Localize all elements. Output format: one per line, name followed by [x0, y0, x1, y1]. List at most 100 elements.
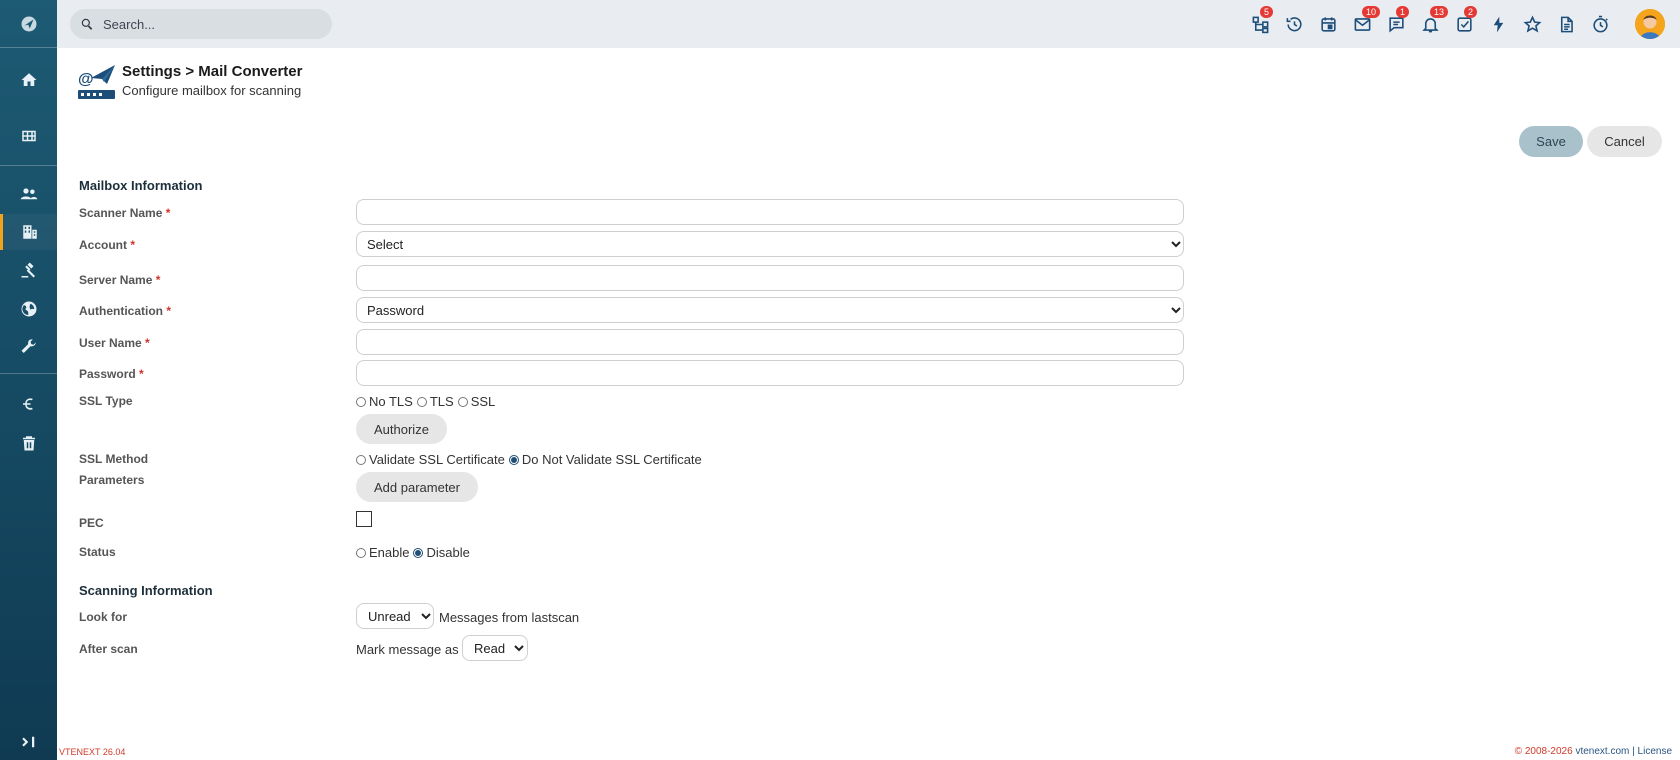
required-mark: *: [130, 238, 136, 252]
search-box[interactable]: [70, 9, 332, 39]
account-label: Account *: [79, 238, 135, 252]
footer-links: © 2008-2026 vtenext.com | License: [1515, 746, 1672, 757]
sidebar-item-web[interactable]: [0, 291, 57, 327]
required-mark: *: [166, 304, 172, 318]
sidebar-item-apps[interactable]: [0, 118, 57, 154]
site-link[interactable]: vtenext.com: [1575, 746, 1629, 757]
lightning-icon: [1493, 16, 1503, 32]
sidebar-expand-button[interactable]: [0, 724, 57, 760]
sidebar-item-contacts[interactable]: [0, 176, 57, 212]
search-input[interactable]: [101, 15, 325, 33]
mail-button[interactable]: 10: [1350, 6, 1381, 36]
timer-icon: [1592, 15, 1608, 32]
authentication-select-value: Password: [367, 302, 425, 318]
look-for-label: Look for: [79, 610, 127, 624]
scanner-name-label: Scanner Name *: [79, 206, 170, 220]
user-name-input[interactable]: [356, 329, 1184, 355]
validate-ssl-label: Validate SSL Certificate: [369, 452, 505, 467]
sidebar-item-organizations[interactable]: [0, 214, 57, 250]
status-enable-radio[interactable]: [356, 547, 366, 558]
status-disable-label: Disable: [426, 545, 470, 560]
vtenext-logo[interactable]: [0, 6, 57, 42]
account-select-value: Select: [367, 236, 404, 252]
topbar: 5 10 1 13 2: [57, 0, 1680, 48]
notification-badge: 5: [1260, 6, 1274, 18]
account-select[interactable]: Select: [356, 231, 1184, 257]
version-label: VTENEXT 26.04: [59, 747, 126, 757]
do-not-validate-ssl-label: Do Not Validate SSL Certificate: [521, 452, 702, 467]
pec-checkbox[interactable]: [356, 511, 372, 527]
timer-button[interactable]: [1588, 12, 1612, 36]
after-scan-label: After scan: [79, 642, 138, 656]
ssl-type-ssl-label: SSL: [470, 394, 496, 409]
hierarchy-button[interactable]: 5: [1248, 6, 1274, 36]
history-button[interactable]: [1282, 12, 1306, 36]
avatar[interactable]: [1635, 9, 1665, 39]
status-enable-label: Enable: [369, 545, 410, 560]
server-name-input[interactable]: [356, 265, 1184, 291]
ssl-type-no-tls-radio[interactable]: [356, 396, 366, 407]
status-label: Status: [79, 545, 116, 559]
notification-badge: 2: [1464, 6, 1478, 18]
quick-actions-button[interactable]: [1486, 12, 1510, 36]
sidebar-divider: [0, 47, 57, 48]
notification-badge: 13: [1430, 6, 1449, 18]
star-icon: [1522, 15, 1542, 32]
account-label-text: Account: [79, 238, 127, 252]
ssl-type-ssl-radio[interactable]: [457, 396, 468, 407]
calendar-icon: [1320, 16, 1336, 32]
after-scan-select-value: Read: [474, 640, 506, 656]
save-button[interactable]: Save: [1519, 126, 1583, 157]
password-input[interactable]: [356, 360, 1184, 386]
sidebar-item-finance[interactable]: [0, 386, 57, 422]
sidebar-item-tools[interactable]: [0, 329, 57, 365]
sidebar-item-home[interactable]: [0, 62, 57, 98]
required-mark: *: [139, 367, 144, 381]
authentication-select[interactable]: Password: [356, 297, 1184, 323]
ssl-method-radio-group: Validate SSL Certificate Do Not Validate…: [356, 452, 706, 467]
notification-badge: 1: [1396, 6, 1410, 18]
expand-icon: [21, 736, 34, 748]
user-name-label-text: User Name: [79, 336, 142, 350]
scanner-name-label-text: Scanner Name: [79, 206, 163, 220]
do-not-validate-ssl-radio[interactable]: [508, 454, 519, 465]
look-for-select[interactable]: Unread: [356, 603, 434, 629]
tasks-button[interactable]: 2: [1452, 6, 1478, 36]
add-parameter-button[interactable]: Add parameter: [356, 472, 478, 502]
password-label: Password *: [79, 367, 144, 381]
favorites-button[interactable]: [1520, 12, 1544, 36]
server-name-label-text: Server Name: [79, 273, 153, 287]
ssl-type-no-tls-label: No TLS: [369, 394, 413, 409]
svg-text:@: @: [78, 71, 94, 88]
authentication-label-text: Authentication: [79, 304, 163, 318]
sidebar-item-recycle-bin[interactable]: [0, 425, 57, 461]
mail-converter-icon: @: [77, 62, 117, 102]
ssl-type-tls-radio[interactable]: [416, 396, 427, 407]
ssl-method-label: SSL Method: [79, 452, 149, 466]
history-icon: [1286, 16, 1302, 31]
after-scan-select[interactable]: Read: [462, 635, 528, 661]
footer-separator: |: [1632, 746, 1635, 757]
password-label-text: Password: [79, 367, 136, 381]
notifications-button[interactable]: 13: [1418, 6, 1449, 36]
license-link[interactable]: License: [1638, 746, 1672, 757]
page-title: Settings > Mail Converter: [122, 63, 303, 80]
document-icon: [1560, 16, 1573, 32]
calendar-button[interactable]: [1316, 12, 1340, 36]
status-radio-group: Enable Disable: [356, 545, 474, 560]
status-disable-radio[interactable]: [413, 547, 424, 558]
page-subtitle: Configure mailbox for scanning: [122, 83, 302, 98]
sidebar-item-legal[interactable]: [0, 252, 57, 288]
scanner-name-input[interactable]: [356, 199, 1184, 225]
sidebar-divider: [0, 165, 57, 166]
cancel-button[interactable]: Cancel: [1587, 126, 1662, 157]
wrench-icon: [21, 339, 36, 353]
chat-button[interactable]: 1: [1384, 6, 1410, 36]
validate-ssl-radio[interactable]: [356, 454, 366, 465]
authentication-label: Authentication *: [79, 304, 171, 318]
authorize-button[interactable]: Authorize: [356, 414, 447, 444]
user-avatar-icon: [1635, 9, 1665, 39]
documents-button[interactable]: [1554, 12, 1578, 36]
sidebar: [0, 0, 57, 760]
required-mark: *: [145, 336, 150, 350]
